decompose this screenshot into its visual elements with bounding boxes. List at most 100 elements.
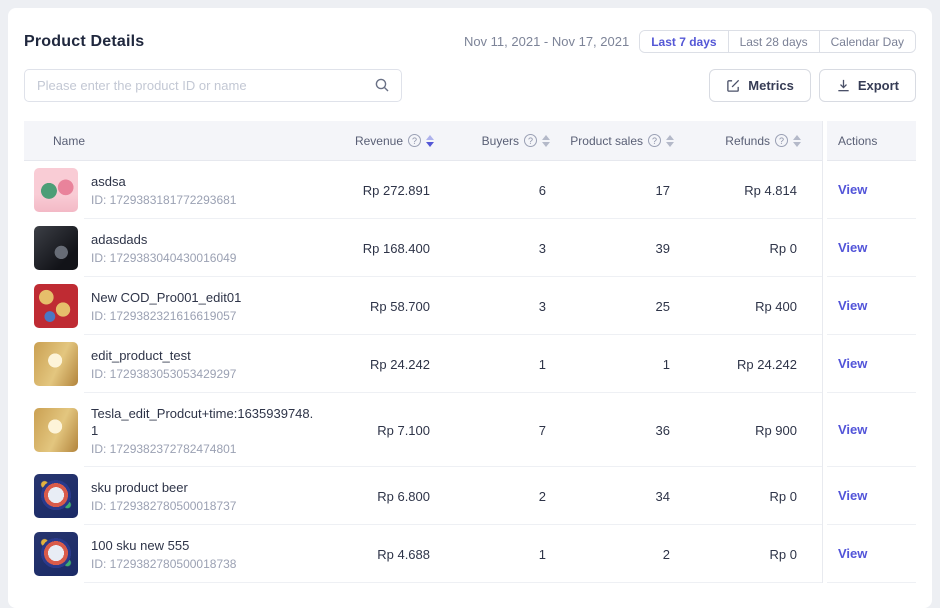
product-id: ID: 1729383040430016049 <box>91 251 236 265</box>
sorter-caret-icon[interactable] <box>426 135 434 147</box>
buyers-value: 1 <box>446 357 570 372</box>
view-link[interactable]: View <box>838 356 867 371</box>
filter-last-28-days[interactable]: Last 28 days <box>728 31 819 52</box>
metrics-button[interactable]: Metrics <box>709 69 811 102</box>
sorter-caret-icon[interactable] <box>542 135 550 147</box>
search-box <box>24 69 402 102</box>
buyers-value: 7 <box>446 423 570 438</box>
product-name: adasdads <box>91 231 236 248</box>
revenue-value: Rp 6.800 <box>334 489 446 504</box>
product-sales-value: 1 <box>570 357 694 372</box>
action-buttons: Metrics Export <box>709 69 916 102</box>
search-icon[interactable] <box>374 77 390 93</box>
product-thumbnail-gold-watch <box>34 342 78 386</box>
sorter-caret-icon[interactable] <box>666 135 674 147</box>
product-thumbnail-blue-colorful-ring <box>34 474 78 518</box>
table-row: asdsa ID: 1729383181772293681 Rp 272.891… <box>24 161 916 219</box>
view-link[interactable]: View <box>838 488 867 503</box>
product-sales-value: 36 <box>570 423 694 438</box>
column-label-buyers: Buyers <box>482 134 519 148</box>
product-name: New COD_Pro001_edit01 <box>91 289 241 306</box>
refunds-value: Rp 0 <box>694 241 822 256</box>
column-header-product-sales: Product sales ? <box>570 134 694 148</box>
sorter-caret-icon[interactable] <box>793 135 801 147</box>
table-row: adasdads ID: 1729383040430016049 Rp 168.… <box>24 219 916 277</box>
product-id: ID: 1729382321616619057 <box>91 309 241 323</box>
product-name: Tesla_edit_Prodcut+time:1635939748.1 <box>91 405 319 439</box>
buyers-value: 6 <box>446 183 570 198</box>
product-name: 100 sku new 555 <box>91 537 236 554</box>
search-input[interactable] <box>24 69 402 102</box>
buyers-value: 2 <box>446 489 570 504</box>
view-link[interactable]: View <box>838 298 867 313</box>
product-name: edit_product_test <box>91 347 236 364</box>
date-range-text: Nov 11, 2021 - Nov 17, 2021 <box>464 34 629 49</box>
table-row: 100 sku new 555 ID: 1729382780500018738 … <box>24 525 916 583</box>
date-controls: Nov 11, 2021 - Nov 17, 2021 Last 7 days … <box>464 30 916 53</box>
column-header-name: Name <box>24 134 334 148</box>
product-name: asdsa <box>91 173 236 190</box>
product-id: ID: 1729382372782474801 <box>91 442 319 456</box>
revenue-value: Rp 168.400 <box>334 241 446 256</box>
product-sales-value: 2 <box>570 547 694 562</box>
refunds-value: Rp 4.814 <box>694 183 822 198</box>
column-label-refunds: Refunds <box>725 134 770 148</box>
product-id: ID: 1729383181772293681 <box>91 193 236 207</box>
products-table: Name Revenue ? Buyers ? Product sales ? <box>24 121 916 583</box>
revenue-value: Rp 58.700 <box>334 299 446 314</box>
refunds-value: Rp 400 <box>694 299 822 314</box>
refunds-value: Rp 0 <box>694 547 822 562</box>
product-id: ID: 1729382780500018737 <box>91 499 236 513</box>
product-sales-value: 17 <box>570 183 694 198</box>
revenue-value: Rp 272.891 <box>334 183 446 198</box>
column-header-refunds: Refunds ? <box>694 134 822 148</box>
product-id: ID: 1729382780500018738 <box>91 557 236 571</box>
filter-calendar-day[interactable]: Calendar Day <box>819 31 915 52</box>
download-icon <box>836 78 851 93</box>
date-filter-group: Last 7 days Last 28 days Calendar Day <box>639 30 916 53</box>
product-sales-value: 25 <box>570 299 694 314</box>
topbar: Product Details Nov 11, 2021 - Nov 17, 2… <box>8 8 932 53</box>
product-thumbnail-gold-watch <box>34 408 78 452</box>
revenue-value: Rp 4.688 <box>334 547 446 562</box>
view-link[interactable]: View <box>838 546 867 561</box>
column-header-buyers: Buyers ? <box>446 134 570 148</box>
filter-last-7-days[interactable]: Last 7 days <box>640 31 727 52</box>
buyers-value: 3 <box>446 299 570 314</box>
buyers-value: 1 <box>446 547 570 562</box>
column-label-revenue: Revenue <box>355 134 403 148</box>
question-circle-icon[interactable]: ? <box>775 134 788 147</box>
metrics-button-label: Metrics <box>748 78 794 93</box>
table-header-row: Name Revenue ? Buyers ? Product sales ? <box>24 121 916 161</box>
product-sales-value: 39 <box>570 241 694 256</box>
product-id: ID: 1729383053053429297 <box>91 367 236 381</box>
buyers-value: 3 <box>446 241 570 256</box>
product-name: sku product beer <box>91 479 236 496</box>
question-circle-icon[interactable]: ? <box>408 134 421 147</box>
table-row: New COD_Pro001_edit01 ID: 17293823216166… <box>24 277 916 335</box>
table-row: sku product beer ID: 1729382780500018737… <box>24 467 916 525</box>
refunds-value: Rp 900 <box>694 423 822 438</box>
table-row: edit_product_test ID: 172938305305342929… <box>24 335 916 393</box>
refunds-value: Rp 0 <box>694 489 822 504</box>
view-link[interactable]: View <box>838 422 867 437</box>
toolbar: Metrics Export <box>8 53 932 102</box>
edit-square-icon <box>726 78 741 93</box>
revenue-value: Rp 7.100 <box>334 423 446 438</box>
question-circle-icon[interactable]: ? <box>524 134 537 147</box>
product-thumbnail-pink-cartoon-shop <box>34 168 78 212</box>
view-link[interactable]: View <box>838 240 867 255</box>
column-header-actions: Actions <box>827 121 916 161</box>
table-row: Tesla_edit_Prodcut+time:1635939748.1 ID:… <box>24 393 916 467</box>
column-label-product-sales: Product sales <box>570 134 643 148</box>
export-button-label: Export <box>858 78 899 93</box>
revenue-value: Rp 24.242 <box>334 357 446 372</box>
product-details-card: Product Details Nov 11, 2021 - Nov 17, 2… <box>8 8 932 608</box>
refunds-value: Rp 24.242 <box>694 357 822 372</box>
column-header-revenue: Revenue ? <box>334 134 446 148</box>
product-sales-value: 34 <box>570 489 694 504</box>
product-thumbnail-black-camera <box>34 226 78 270</box>
question-circle-icon[interactable]: ? <box>648 134 661 147</box>
view-link[interactable]: View <box>838 182 867 197</box>
export-button[interactable]: Export <box>819 69 916 102</box>
